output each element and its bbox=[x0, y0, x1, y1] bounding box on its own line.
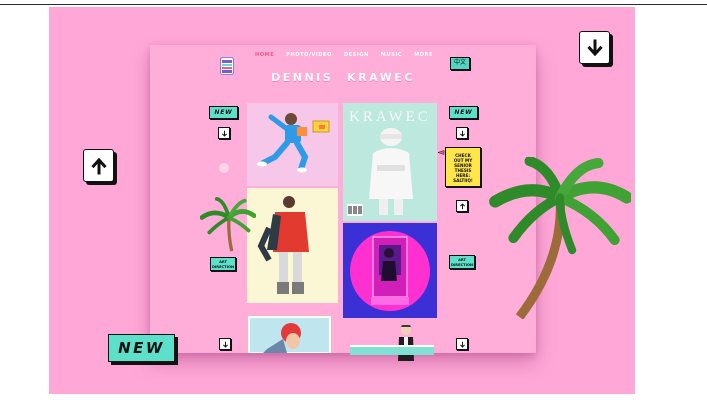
scroll-down-button-left-top[interactable] bbox=[218, 127, 230, 139]
senior-thesis-sticker[interactable]: CHECK OUT MY SENIOR THESIS HERE: SALTIIQ… bbox=[438, 147, 481, 187]
pin-icon bbox=[438, 150, 445, 155]
new-badge-left[interactable]: NEW bbox=[209, 106, 238, 119]
arrow-up-icon bbox=[90, 157, 107, 174]
neon-booth-image bbox=[343, 223, 437, 318]
scroll-down-button-left-bottom[interactable] bbox=[219, 338, 231, 350]
photo-tile-jumping-figure[interactable] bbox=[247, 103, 338, 186]
palm-tree-icon bbox=[200, 197, 256, 252]
site-title-last: KRAWEC bbox=[347, 71, 415, 84]
photo-tile-cutout-figure[interactable] bbox=[396, 323, 416, 361]
cutout-figure-image bbox=[398, 325, 414, 361]
scroll-down-button-right-bottom[interactable] bbox=[456, 338, 468, 350]
new-badge-large[interactable]: NEW bbox=[108, 334, 175, 362]
decorative-dot bbox=[219, 163, 229, 173]
arrow-up-icon bbox=[459, 202, 465, 209]
nav-item-photo-video[interactable]: PHOTO/VIDEO bbox=[286, 52, 332, 58]
language-toggle-button[interactable]: 中文 bbox=[450, 57, 470, 70]
arrow-down-icon bbox=[586, 39, 603, 56]
large-scroll-up-button[interactable] bbox=[83, 149, 114, 182]
arrow-down-icon bbox=[459, 341, 465, 348]
arrow-down-icon bbox=[221, 130, 227, 137]
photo-tile-red-shirt[interactable] bbox=[247, 188, 338, 303]
arrow-down-icon bbox=[222, 341, 228, 348]
large-scroll-down-button[interactable] bbox=[579, 31, 610, 64]
krawec-tile-label: KRAWEC bbox=[349, 109, 431, 125]
nav-item-music[interactable]: MUSIC bbox=[381, 52, 402, 58]
nav-item-more[interactable]: MORE bbox=[414, 52, 433, 58]
site-title-first: DENNIS bbox=[271, 71, 334, 84]
art-direction-tag-left[interactable]: ART DIRECTION bbox=[210, 257, 236, 271]
nav-item-home[interactable]: HOME bbox=[255, 52, 274, 58]
site-title: DENNIS KRAWEC bbox=[150, 71, 536, 84]
top-navigation: HOME PHOTO/VIDEO DESIGN MUSIC MORE bbox=[255, 52, 433, 58]
red-hair-image bbox=[247, 315, 332, 353]
scroll-up-button-right[interactable] bbox=[456, 200, 468, 212]
jumping-figure-image bbox=[247, 103, 338, 186]
photo-tile-neon-booth[interactable] bbox=[343, 223, 437, 318]
scroll-down-button-right-top[interactable] bbox=[456, 127, 468, 139]
nav-item-design[interactable]: DESIGN bbox=[344, 52, 369, 58]
new-badge-right[interactable]: NEW bbox=[449, 106, 478, 119]
arrow-down-icon bbox=[459, 130, 465, 137]
teal-footer-block bbox=[350, 345, 434, 355]
art-direction-tag-right[interactable]: ART DIRECTION bbox=[449, 255, 475, 269]
red-shirt-image bbox=[247, 188, 338, 303]
photo-tile-red-hair[interactable] bbox=[247, 315, 332, 353]
showcase-stage: HOME PHOTO/VIDEO DESIGN MUSIC MORE 中文 DE… bbox=[49, 7, 635, 394]
photo-tile-krawec-portrait[interactable]: KRAWEC bbox=[343, 103, 437, 221]
palm-tree-icon bbox=[489, 157, 631, 319]
top-divider bbox=[0, 4, 707, 5]
